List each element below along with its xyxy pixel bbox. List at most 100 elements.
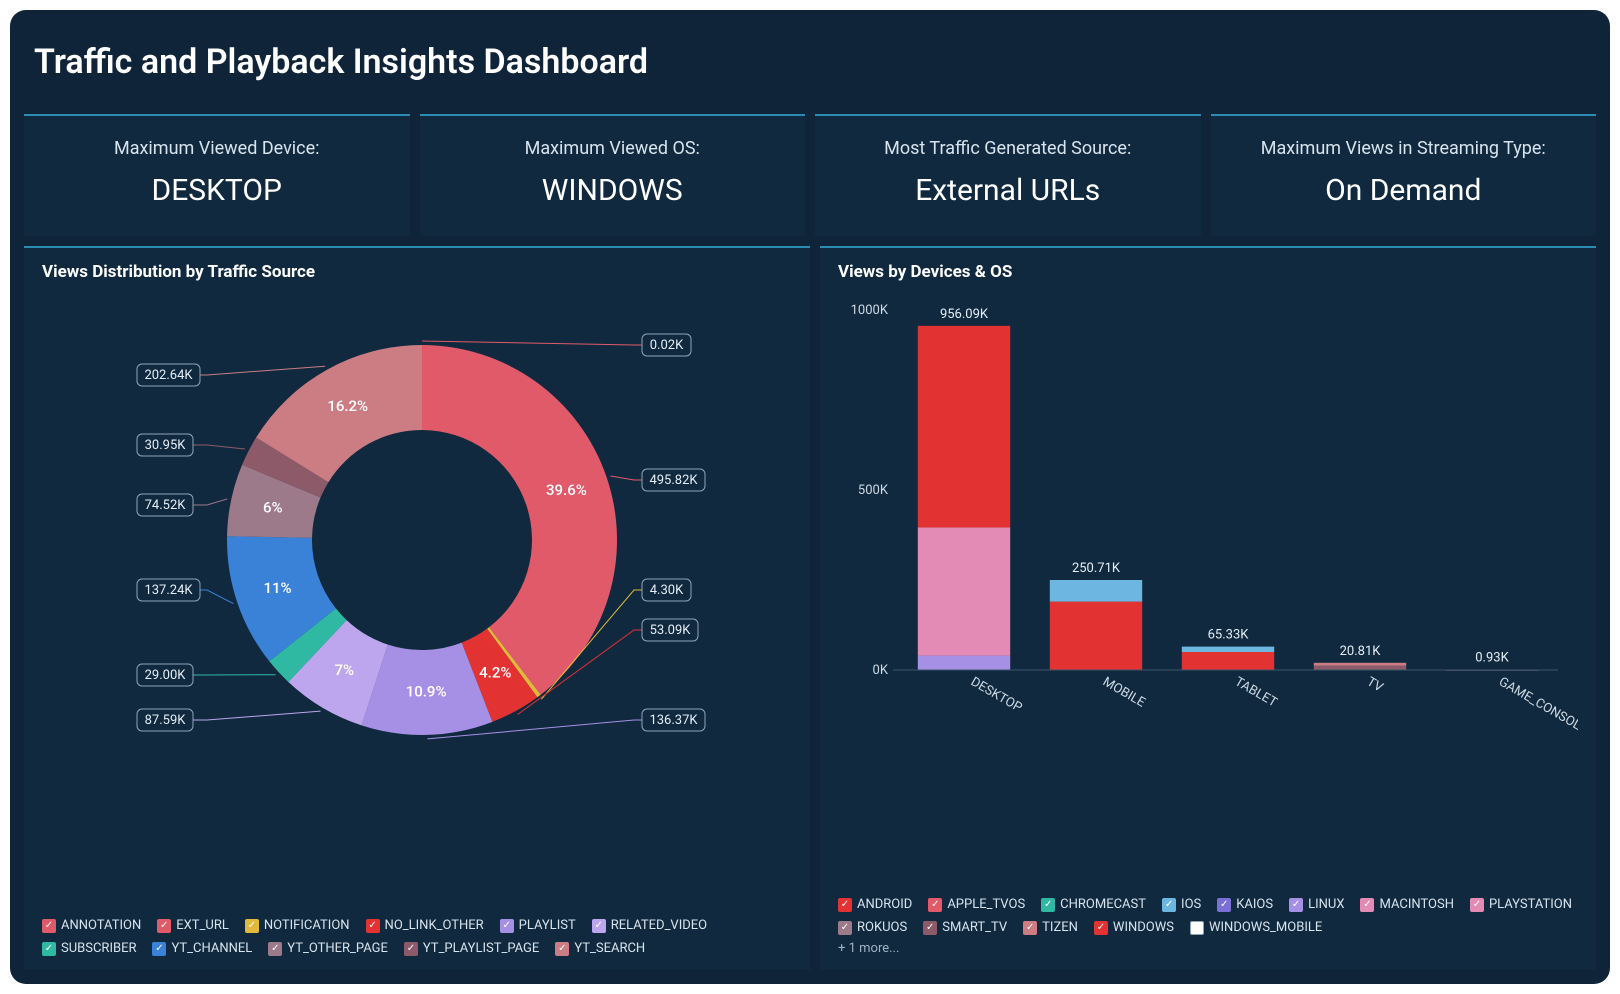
bar-segment[interactable] bbox=[1314, 666, 1406, 670]
legend-item[interactable]: ✓ANNOTATION bbox=[42, 918, 141, 933]
legend-overflow[interactable]: + 1 more... bbox=[838, 935, 1578, 956]
check-icon: ✓ bbox=[1041, 898, 1055, 912]
donut-chart-area[interactable]: 0.02K39.6%495.82K4.30K4.2%53.09K10.9%136… bbox=[42, 290, 792, 910]
title-bar: Traffic and Playback Insights Dashboard bbox=[24, 24, 1596, 104]
legend-label: YT_SEARCH bbox=[574, 941, 645, 956]
check-icon: ✓ bbox=[555, 942, 569, 956]
legend-item[interactable]: ✓CHROMECAST bbox=[1041, 897, 1146, 912]
legend-item[interactable]: ✓ SUBSCRIBER bbox=[42, 941, 136, 956]
panel-devices-os: Views by Devices & OS 0K500K1000K956.09K… bbox=[820, 246, 1596, 970]
bar-segment[interactable] bbox=[1182, 652, 1274, 670]
legend-item[interactable]: ✓YT_CHANNEL bbox=[152, 941, 252, 956]
bar-total-label: 65.33K bbox=[1208, 628, 1250, 643]
kpi-card-os: Maximum Viewed OS: WINDOWS bbox=[420, 114, 806, 236]
legend-item[interactable]: ✓EXT_URL bbox=[157, 918, 229, 933]
check-icon: ✓ bbox=[592, 919, 606, 933]
legend-item[interactable]: ✓PLAYLIST bbox=[500, 918, 576, 933]
callout-label: 87.59K bbox=[145, 713, 187, 728]
legend-item[interactable]: ✓NOTIFICATION bbox=[245, 918, 350, 933]
kpi-card-streaming: Maximum Views in Streaming Type: On Dema… bbox=[1211, 114, 1597, 236]
leader-line bbox=[610, 476, 642, 480]
x-tick-label: GAME_CONSOLE bbox=[1496, 674, 1578, 737]
check-icon: ✓ bbox=[1094, 921, 1108, 935]
slice-pct-label: 4.2% bbox=[479, 664, 511, 682]
legend-item[interactable]: ✓ WINDOWS bbox=[1094, 920, 1174, 935]
legend-item[interactable]: ✓ YT_SEARCH bbox=[555, 941, 645, 956]
kpi-card-source: Most Traffic Generated Source: External … bbox=[815, 114, 1201, 236]
leader-line bbox=[422, 341, 642, 345]
slice-pct-label: 10.9% bbox=[406, 682, 447, 700]
callout-label: 4.30K bbox=[650, 583, 684, 598]
callout-label: 0.02K bbox=[650, 338, 684, 353]
x-tick-label: DESKTOP bbox=[968, 674, 1024, 715]
callout-label: 137.24K bbox=[144, 583, 193, 598]
legend-item[interactable]: ✓ANDROID bbox=[838, 897, 912, 912]
legend-label: RELATED_VIDEO bbox=[611, 918, 707, 933]
kpi-value: DESKTOP bbox=[34, 173, 400, 208]
bar-segment[interactable] bbox=[1050, 602, 1142, 670]
legend-item[interactable]: ✓NO_LINK_OTHER bbox=[366, 918, 484, 933]
check-icon: ✓ bbox=[1217, 898, 1231, 912]
legend-item[interactable]: ✓TIZEN bbox=[1023, 920, 1078, 935]
legend-item[interactable]: ✓ROKUOS bbox=[838, 920, 907, 935]
legend-traffic-source: ✓ANNOTATION✓EXT_URL✓NOTIFICATION✓NO_LINK… bbox=[42, 910, 792, 956]
legend-label: ROKUOS bbox=[857, 920, 907, 935]
legend-devices-os: ✓ANDROID✓APPLE_TVOS✓CHROMECAST✓IOS✓KAIOS… bbox=[838, 889, 1578, 935]
legend-item[interactable]: WINDOWS_MOBILE bbox=[1190, 920, 1322, 935]
legend-label: SUBSCRIBER bbox=[61, 941, 136, 956]
bar-total-label: 20.81K bbox=[1340, 644, 1382, 659]
legend-item[interactable]: ✓MACINTOSH bbox=[1360, 897, 1453, 912]
check-icon: ✓ bbox=[245, 919, 259, 933]
bar-segment[interactable] bbox=[1050, 580, 1142, 602]
kpi-row: Maximum Viewed Device: DESKTOP Maximum V… bbox=[24, 114, 1596, 236]
dashboard-title: Traffic and Playback Insights Dashboard bbox=[34, 42, 1586, 82]
callout-label: 30.95K bbox=[145, 438, 187, 453]
donut-chart[interactable]: 0.02K39.6%495.82K4.30K4.2%53.09K10.9%136… bbox=[42, 290, 792, 780]
kpi-value: External URLs bbox=[825, 173, 1191, 208]
legend-label: TIZEN bbox=[1042, 920, 1078, 935]
slice-pct-label: 11% bbox=[263, 579, 291, 597]
bar-chart-area[interactable]: 0K500K1000K956.09KDESKTOP250.71KMOBILE65… bbox=[838, 290, 1578, 889]
y-tick-label: 1000K bbox=[851, 303, 889, 318]
legend-item[interactable]: ✓YT_PLAYLIST_PAGE bbox=[404, 941, 539, 956]
panel-traffic-source: Views Distribution by Traffic Source 0.0… bbox=[24, 246, 810, 970]
legend-label: YT_CHANNEL bbox=[171, 941, 252, 956]
legend-item[interactable]: ✓ RELATED_VIDEO bbox=[592, 918, 707, 933]
legend-label: WINDOWS bbox=[1113, 920, 1174, 935]
bar-segment[interactable] bbox=[918, 527, 1010, 655]
legend-label: ANDROID bbox=[857, 897, 912, 912]
kpi-card-device: Maximum Viewed Device: DESKTOP bbox=[24, 114, 410, 236]
x-tick-label: MOBILE bbox=[1100, 674, 1148, 710]
slice-pct-label: 16.2% bbox=[327, 397, 368, 415]
legend-item[interactable]: ✓KAIOS bbox=[1217, 897, 1273, 912]
bar-total-label: 0.93K bbox=[1475, 651, 1509, 666]
legend-item[interactable]: ✓YT_OTHER_PAGE bbox=[268, 941, 388, 956]
panels-row: Views Distribution by Traffic Source 0.0… bbox=[24, 246, 1596, 970]
legend-label: SMART_TV bbox=[942, 920, 1007, 935]
x-tick-label: TV bbox=[1364, 674, 1386, 695]
bar-segment[interactable] bbox=[918, 326, 1010, 528]
legend-label: LINUX bbox=[1308, 897, 1344, 912]
legend-label: YT_OTHER_PAGE bbox=[287, 941, 388, 956]
legend-item[interactable]: ✓APPLE_TVOS bbox=[928, 897, 1025, 912]
legend-item[interactable]: ✓SMART_TV bbox=[923, 920, 1007, 935]
legend-item[interactable]: ✓PLAYSTATION bbox=[1470, 897, 1572, 912]
donut-slice[interactable] bbox=[422, 345, 617, 695]
check-icon: ✓ bbox=[42, 942, 56, 956]
y-tick-label: 500K bbox=[858, 483, 889, 498]
legend-item[interactable]: ✓IOS bbox=[1162, 897, 1201, 912]
check-icon: ✓ bbox=[366, 919, 380, 933]
kpi-label: Maximum Viewed OS: bbox=[430, 138, 796, 159]
bar-total-label: 956.09K bbox=[940, 307, 989, 322]
bar-segment[interactable] bbox=[918, 656, 1010, 670]
check-icon: ✓ bbox=[928, 898, 942, 912]
check-icon: ✓ bbox=[1360, 898, 1374, 912]
legend-label: PLAYSTATION bbox=[1489, 897, 1572, 912]
legend-label: ANNOTATION bbox=[61, 918, 141, 933]
legend-item[interactable]: ✓LINUX bbox=[1289, 897, 1344, 912]
bar-segment[interactable] bbox=[1182, 647, 1274, 652]
bar-segment[interactable] bbox=[1314, 663, 1406, 666]
kpi-label: Maximum Viewed Device: bbox=[34, 138, 400, 159]
bar-chart[interactable]: 0K500K1000K956.09KDESKTOP250.71KMOBILE65… bbox=[838, 290, 1578, 750]
check-icon: ✓ bbox=[500, 919, 514, 933]
